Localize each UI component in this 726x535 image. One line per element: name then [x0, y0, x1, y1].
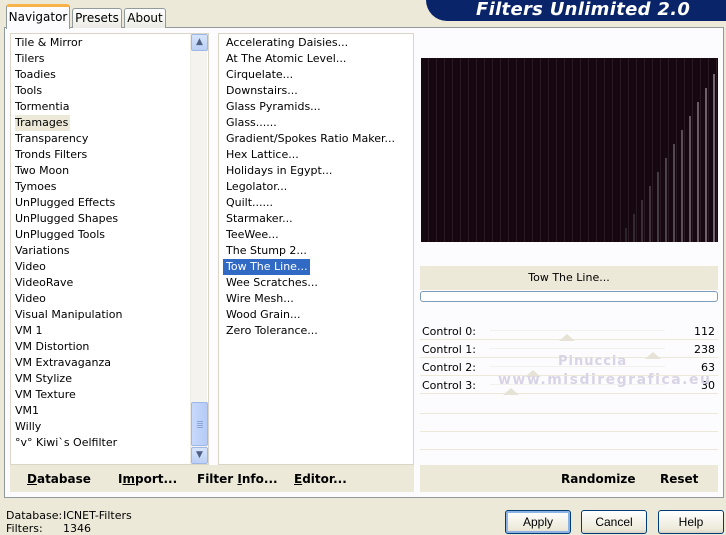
category-item[interactable]: Tronds Filters	[11, 147, 208, 163]
filter-info-button[interactable]: Filter Info...	[197, 472, 278, 486]
control-slider-track[interactable]	[490, 330, 665, 331]
category-item[interactable]: VM Distortion	[11, 339, 208, 355]
filter-item[interactable]: TeeWee...	[223, 227, 282, 243]
control-label: Control 0:	[422, 325, 476, 338]
preview-highlight	[625, 74, 715, 242]
filter-item[interactable]: At The Atomic Level...	[223, 51, 349, 67]
watermark-line2: www.misdiregrafica.eu	[498, 372, 712, 388]
control-label: Control 3:	[422, 379, 476, 392]
category-item[interactable]: VideoRave	[11, 275, 208, 291]
category-item[interactable]: VM Texture	[11, 387, 208, 403]
control-slider-track[interactable]	[490, 348, 665, 349]
category-item[interactable]: Tilers	[11, 51, 208, 67]
filter-item[interactable]: Legolator...	[223, 179, 290, 195]
controls-panel: Control 0: 112 Control 1: 238 Control 2: 63 Co…	[420, 320, 718, 468]
filter-item[interactable]: Glass......	[223, 115, 280, 131]
right-button-bar: Randomize Reset	[420, 465, 718, 492]
category-item[interactable]: Tools	[11, 83, 208, 99]
category-item[interactable]: Tile & Mirror	[11, 35, 208, 51]
control-slider-thumb[interactable]	[502, 388, 519, 395]
filter-item[interactable]: Cirquelate...	[223, 67, 296, 83]
left-button-bar: Database Import... Filter Info... Editor…	[10, 465, 414, 492]
filter-item[interactable]: The Stump 2...	[223, 243, 310, 259]
banner-title: Filters Unlimited 2.0	[476, 0, 691, 20]
reset-button[interactable]: Reset	[660, 472, 698, 486]
randomize-button[interactable]: Randomize	[561, 472, 635, 486]
category-item[interactable]: Two Moon	[11, 163, 208, 179]
filters-label: Filters:	[6, 522, 43, 535]
filter-item[interactable]: Glass Pyramids...	[223, 99, 324, 115]
cancel-button[interactable]: Cancel	[581, 510, 647, 534]
category-item[interactable]: °v° Kiwi`s Oelfilter	[11, 435, 208, 451]
watermark-line1: Pinuccia	[558, 354, 628, 369]
category-item[interactable]: Toadies	[11, 67, 208, 83]
category-list[interactable]: Tile & Mirror Tilers Toadies Tools Tormentia…	[10, 33, 209, 465]
control-label: Control 2:	[422, 361, 476, 374]
database-label: Database:	[6, 509, 63, 522]
category-item[interactable]: VM Extravaganza	[11, 355, 208, 371]
category-item[interactable]: VM 1	[11, 323, 208, 339]
category-item[interactable]: Visual Manipulation	[11, 307, 208, 323]
control-value: 112	[694, 325, 715, 338]
filters-value: 1346	[63, 522, 91, 535]
category-item[interactable]: Video	[11, 291, 208, 307]
filter-items: Accelerating Daisies... At The Atomic Lev…	[219, 34, 413, 339]
database-value: ICNET-Filters	[63, 509, 132, 522]
filter-item[interactable]: Holidays in Egypt...	[223, 163, 335, 179]
database-button[interactable]: Database	[27, 472, 91, 486]
progress-bar	[420, 291, 718, 302]
category-item[interactable]: Video	[11, 259, 208, 275]
category-item[interactable]: Tramages	[15, 115, 71, 131]
filter-item[interactable]: Tow The Line...	[223, 259, 311, 275]
category-item[interactable]: VM1	[11, 403, 208, 419]
category-item[interactable]: UnPlugged Tools	[11, 227, 208, 243]
control-value: 238	[694, 343, 715, 356]
scroll-down-icon[interactable]: ▼	[191, 447, 208, 464]
category-item[interactable]: VM Stylize	[11, 371, 208, 387]
filter-item[interactable]: Gradient/Spokes Ratio Maker...	[223, 131, 398, 147]
category-item[interactable]: Willy	[11, 419, 208, 435]
category-item[interactable]: Transparency	[11, 131, 208, 147]
filter-item[interactable]: Starmaker...	[223, 211, 296, 227]
filter-item[interactable]: Wood Grain...	[223, 307, 303, 323]
filter-item[interactable]: Hex Lattice...	[223, 147, 302, 163]
editor-button[interactable]: Editor...	[294, 472, 347, 486]
preview-filter-name: Tow The Line...	[420, 266, 718, 290]
filter-list[interactable]: Accelerating Daisies... At The Atomic Lev…	[218, 33, 414, 465]
control-row[interactable]: Control 0: 112	[420, 322, 718, 341]
category-item[interactable]: Variations	[11, 243, 208, 259]
filter-item[interactable]: Accelerating Daisies...	[223, 35, 351, 51]
tab-about[interactable]: About	[124, 8, 166, 28]
tab-navigator[interactable]: Navigator	[6, 4, 70, 29]
import-button[interactable]: Import...	[118, 472, 177, 486]
control-label: Control 1:	[422, 343, 476, 356]
category-scrollbar[interactable]: ▲ ▼	[190, 34, 208, 464]
scroll-up-icon[interactable]: ▲	[191, 34, 208, 51]
help-button[interactable]: Help	[658, 510, 724, 534]
category-item[interactable]: UnPlugged Shapes	[11, 211, 208, 227]
scroll-thumb[interactable]	[191, 402, 208, 446]
category-item[interactable]: Tormentia	[11, 99, 208, 115]
category-item[interactable]: UnPlugged Effects	[11, 195, 208, 211]
filter-item[interactable]: Downstairs...	[223, 83, 301, 99]
filter-item[interactable]: Quilt......	[223, 195, 276, 211]
category-item[interactable]: Tymoes	[11, 179, 208, 195]
tab-presets[interactable]: Presets	[72, 8, 122, 28]
apply-button[interactable]: Apply	[505, 510, 571, 534]
category-items: Tile & Mirror Tilers Toadies Tools Tormentia…	[11, 34, 208, 451]
filter-item[interactable]: Wee Scratches...	[223, 275, 321, 291]
preview-image	[421, 58, 718, 242]
filter-item[interactable]: Zero Tolerance...	[223, 323, 321, 339]
filter-item[interactable]: Wire Mesh...	[223, 291, 297, 307]
banner: Filters Unlimited 2.0	[426, 0, 726, 21]
